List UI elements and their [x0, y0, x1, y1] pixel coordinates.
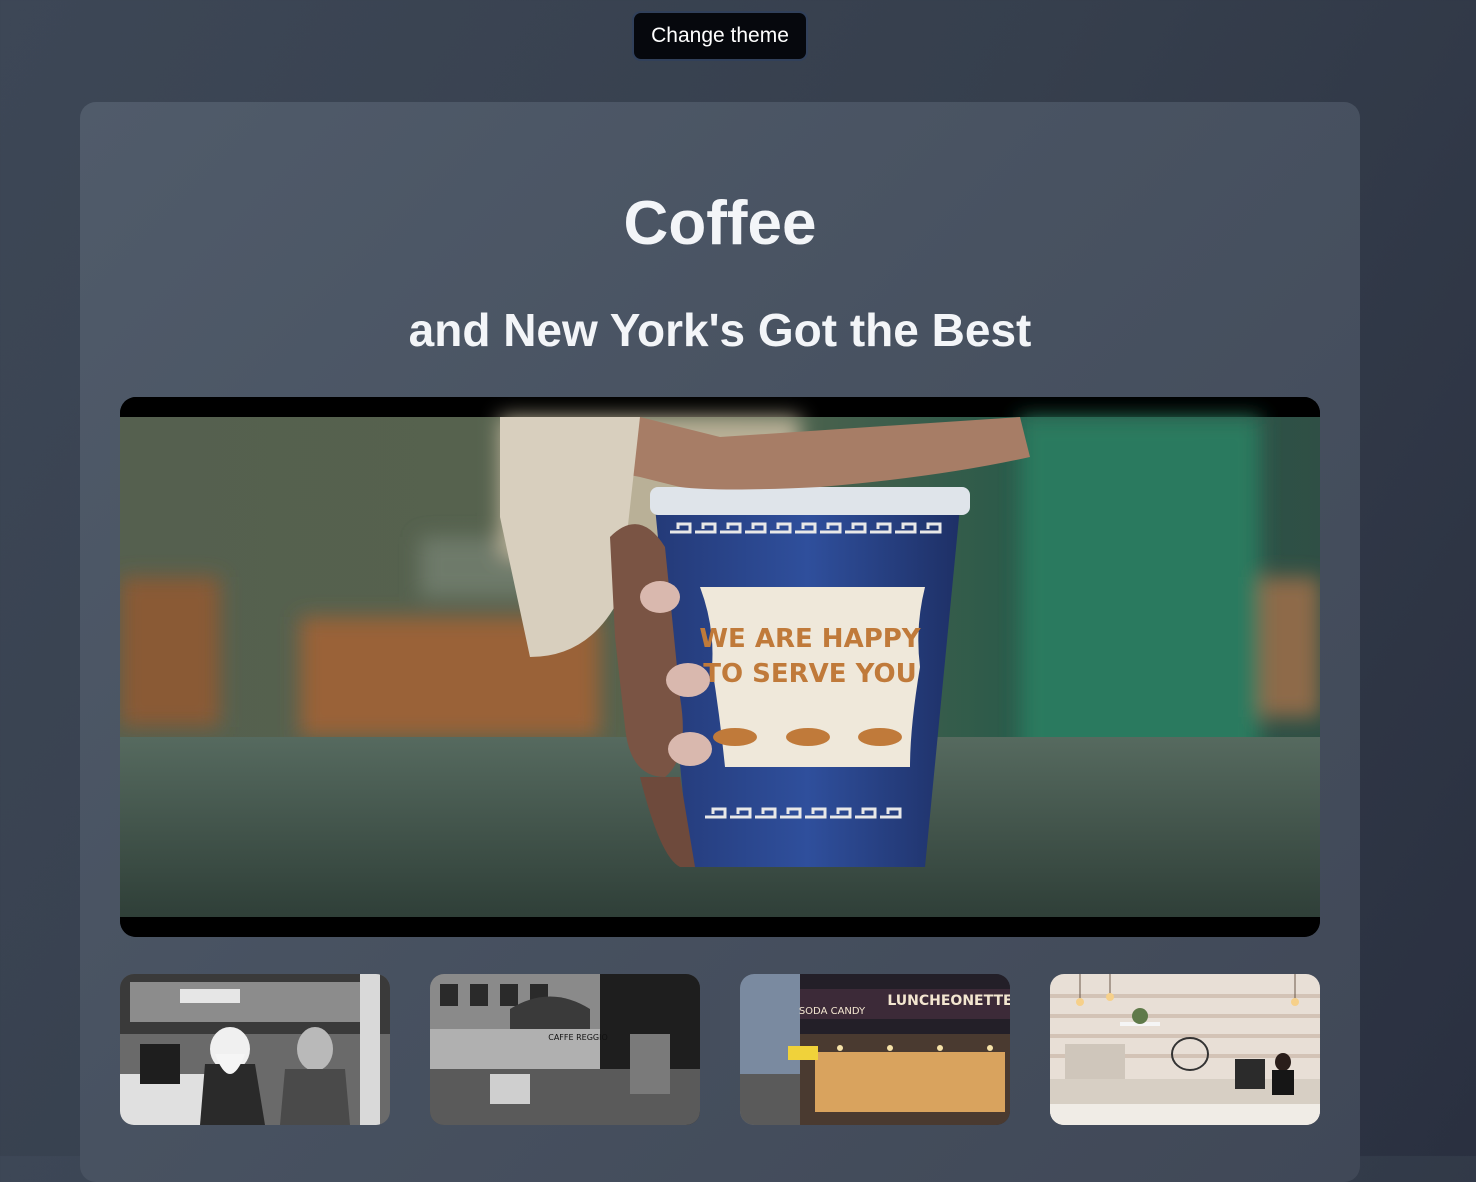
cafe-interior-photo	[1050, 974, 1320, 1125]
gallery-thumbnail-caffe-reggio[interactable]: CAFFE REGGIO	[430, 974, 700, 1125]
svg-text:SODA CANDY: SODA CANDY	[799, 1006, 866, 1017]
svg-text:WE ARE HAPPY: WE ARE HAPPY	[699, 624, 921, 654]
gallery-thumbnail-cafe-interior[interactable]	[1050, 974, 1320, 1125]
hero-coffee-cup-image: WE ARE HAPPY TO SERVE YOU	[120, 397, 1320, 937]
page-title: Coffee	[623, 189, 817, 258]
luncheonette-photo: LUNCHEONETTE SODA CANDY	[740, 974, 1010, 1125]
svg-text:CAFFE REGGIO: CAFFE REGGIO	[548, 1033, 608, 1042]
svg-text:LUNCHEONETTE: LUNCHEONETTE	[887, 993, 1010, 1009]
gallery-thumbnail-diner[interactable]	[120, 974, 390, 1125]
page-subtitle: and New York's Got the Best	[408, 304, 1032, 356]
change-theme-button[interactable]: Change theme	[632, 11, 808, 61]
gallery-thumbnail-luncheonette[interactable]: LUNCHEONETTE SODA CANDY	[740, 974, 1010, 1125]
content-card: Coffee and New York's Got the Best WE AR…	[80, 102, 1360, 1182]
hero-video[interactable]: WE ARE HAPPY TO SERVE YOU	[120, 397, 1320, 937]
diner-photo	[120, 974, 390, 1125]
svg-text:TO SERVE YOU: TO SERVE YOU	[703, 659, 916, 689]
caffe-reggio-street-photo: CAFFE REGGIO	[430, 974, 700, 1125]
